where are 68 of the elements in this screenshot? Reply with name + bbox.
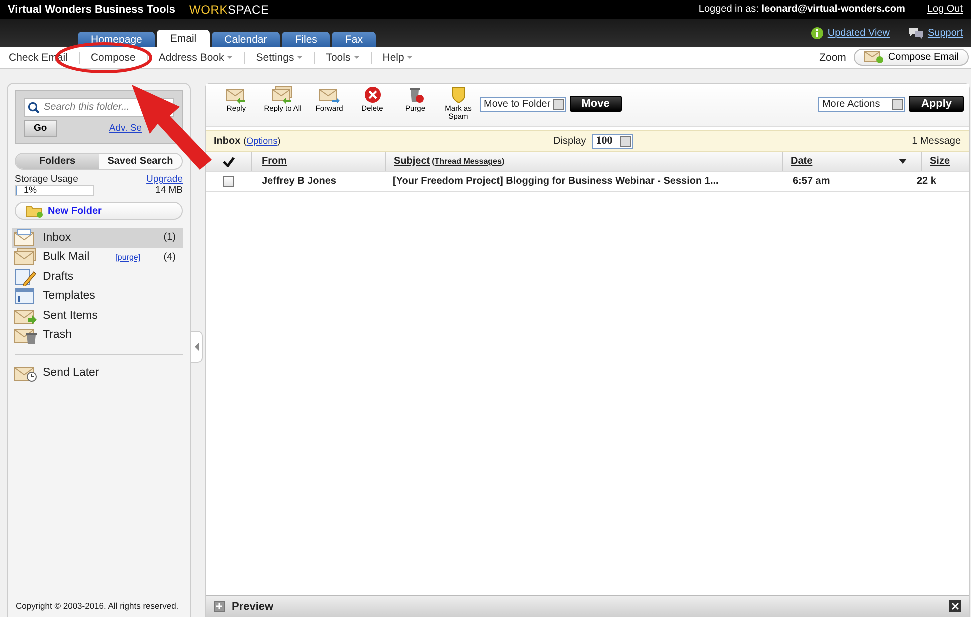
folder-title: Inbox (214, 136, 241, 146)
nav-tab[interactable]: Calendar (212, 32, 280, 47)
size-cell-text: 22 k (916, 176, 938, 187)
message-row[interactable]: Jeffrey B Jones [Your Freedom Project] Blogging for Business Webinar - Session 1... 6:57 am 22 k (206, 172, 969, 192)
thread-paren: ) (502, 157, 505, 166)
options-link[interactable]: Options (246, 136, 278, 146)
purge-link[interactable]: [purge] (116, 252, 141, 262)
menu-item[interactable]: Tools (326, 52, 360, 64)
preview-title: Preview (232, 600, 274, 612)
nav-tab[interactable]: Fax (332, 32, 376, 47)
menu-item[interactable]: Compose (90, 52, 136, 64)
thread-messages-link[interactable]: Thread Messages (434, 157, 502, 166)
column-header[interactable]: From (262, 156, 287, 167)
subject-cell-text: [Your Freedom Project] Blogging for Business Webinar - Session 1... (392, 176, 720, 187)
column-header[interactable]: Size (930, 156, 950, 167)
column-header[interactable]: Date (791, 156, 813, 167)
workspace-logo: WORKSPACE (189, 2, 270, 16)
column-header[interactable]: Subject (394, 156, 430, 167)
zoom-label[interactable]: Zoom (820, 52, 846, 64)
copyright-text: Copyright © 2003-2016. All rights reserved. (15, 601, 180, 611)
folder-name: Drafts (43, 270, 74, 283)
folder-item[interactable]: Send Later (12, 363, 183, 382)
top-link[interactable]: Updated View (828, 28, 890, 38)
advanced-search-link[interactable]: Adv. Se (109, 123, 142, 134)
message-count: 1 Message (912, 136, 962, 146)
folder-name: Bulk Mail (43, 251, 90, 264)
more-actions-select[interactable]: More Actions (818, 97, 906, 112)
folder-item[interactable]: Inbox (1) (12, 228, 183, 248)
nav-tab[interactable]: Files (282, 32, 330, 47)
menu-item[interactable]: Address Book (158, 52, 234, 64)
upgrade-link[interactable]: Upgrade (146, 174, 183, 185)
move-button[interactable]: Move (570, 96, 622, 112)
menu-item[interactable]: Settings (256, 52, 304, 64)
menu-item[interactable]: Help (382, 52, 414, 64)
folder-item[interactable]: Drafts (12, 267, 183, 286)
logout-link[interactable]: Log Out (927, 4, 963, 15)
sender-cell-text: Jeffrey B Jones (261, 176, 338, 187)
folder-name: Send Later (43, 366, 100, 379)
view-toggle[interactable]: Folders (16, 154, 99, 169)
apply-button[interactable]: Apply (909, 96, 964, 112)
storage-label: Storage Usage (15, 174, 78, 185)
compose-email-button[interactable]: Compose Email (854, 49, 969, 66)
folder-item[interactable]: Bulk Mail [purge] (4) (12, 248, 183, 267)
folder-name: Inbox (43, 232, 72, 244)
options-paren: ) (278, 136, 281, 146)
top-link[interactable]: Support (928, 28, 963, 38)
thread-paren: ( (432, 157, 435, 166)
brand-name: Virtual Wonders Business Tools (8, 4, 176, 16)
unread-count: (4) (164, 252, 176, 263)
display-count-select[interactable]: 100 (592, 134, 634, 148)
folder-item[interactable]: Trash (12, 326, 183, 345)
move-folder-select[interactable]: Move to Folder (480, 97, 566, 112)
storage-size: 14 MB (156, 185, 183, 196)
folder-name: Sent Items (43, 310, 98, 322)
storage-percent: 1% (24, 185, 38, 195)
unread-count: (1) (164, 232, 176, 244)
go-button[interactable]: Go (24, 120, 58, 137)
folder-item[interactable]: Sent Items (12, 306, 183, 326)
folder-name: Trash (43, 329, 72, 342)
date-cell-text: 6:57 am (792, 176, 832, 187)
display-label: Display (554, 136, 586, 146)
nav-tab[interactable]: Email (157, 30, 210, 47)
folder-name: Templates (43, 290, 96, 302)
view-toggle[interactable]: Saved Search (99, 154, 182, 169)
login-info: Logged in as: leonard@virtual-wonders.com (698, 4, 906, 15)
new-folder-button[interactable]: New Folder (15, 202, 183, 220)
folder-item[interactable]: Templates (12, 286, 183, 306)
options-paren: ( (244, 136, 247, 146)
